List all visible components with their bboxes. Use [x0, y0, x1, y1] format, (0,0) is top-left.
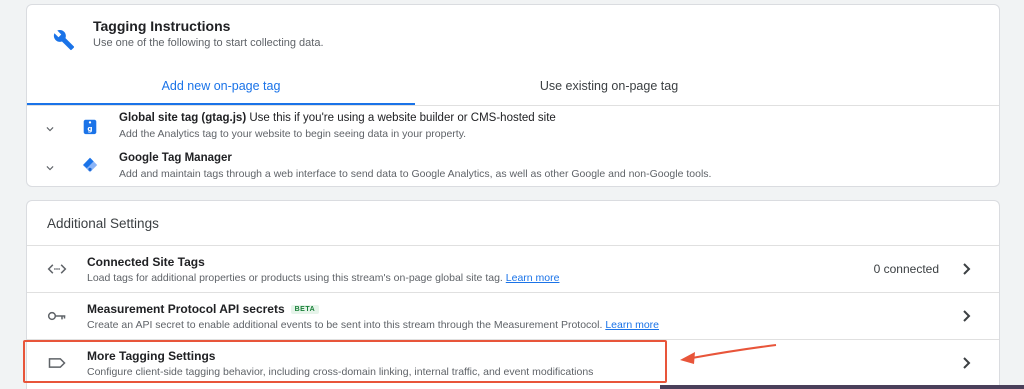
chevron-right-icon[interactable]: [961, 309, 973, 323]
label-icon: [48, 358, 66, 368]
connected-site-tags-row[interactable]: Connected Site Tags Load tags for additi…: [27, 245, 999, 292]
tab-divider: [27, 105, 999, 106]
connected-count: 0 connected: [873, 262, 939, 276]
row-description: Create an API secret to enable additiona…: [87, 319, 660, 331]
tab-add-new-tag[interactable]: Add new on-page tag: [27, 79, 415, 93]
tagging-instructions-card: Tagging Instructions Use one of the foll…: [26, 4, 1000, 187]
tagging-instructions-title: Tagging Instructions: [93, 18, 231, 34]
chevron-right-icon[interactable]: [961, 356, 973, 370]
measurement-protocol-row[interactable]: Measurement Protocol API secrets BETA Cre…: [27, 292, 999, 339]
row-title: Measurement Protocol API secrets BETA: [87, 302, 320, 316]
chevron-down-icon[interactable]: [43, 161, 57, 175]
gtag-icon: g: [83, 119, 97, 135]
option-description: Add and maintain tags through a web inte…: [119, 168, 712, 180]
annotation-arrow-icon: [680, 344, 777, 364]
row-title: More Tagging Settings: [87, 349, 216, 363]
row-description: Configure client-side tagging behavior, …: [87, 366, 594, 378]
chevron-right-icon[interactable]: [961, 262, 973, 276]
additional-settings-header: Additional Settings: [47, 216, 159, 231]
wrench-icon: [53, 30, 75, 51]
tag-manager-icon: [82, 157, 98, 173]
more-tagging-settings-row[interactable]: More Tagging Settings Configure client-s…: [27, 339, 999, 386]
code-icon: [47, 264, 67, 274]
key-icon: [47, 311, 66, 321]
svg-text:g: g: [87, 124, 92, 133]
background-strip: [660, 385, 1024, 389]
chevron-down-icon[interactable]: [43, 122, 57, 136]
learn-more-link[interactable]: Learn more: [506, 272, 560, 284]
learn-more-link[interactable]: Learn more: [605, 319, 659, 331]
option-description: Add the Analytics tag to your website to…: [119, 128, 467, 140]
beta-badge: BETA: [290, 305, 320, 314]
row-description: Load tags for additional properties or p…: [87, 272, 560, 284]
tagging-instructions-subtitle: Use one of the following to start collec…: [93, 37, 324, 49]
row-title: Connected Site Tags: [87, 255, 205, 269]
option-title: Google Tag Manager: [119, 152, 232, 164]
additional-settings-card: Additional Settings Connected Site Tags …: [26, 200, 1000, 389]
tab-use-existing-tag[interactable]: Use existing on-page tag: [415, 79, 803, 93]
option-title: Global site tag (gtag.js) Use this if yo…: [119, 112, 556, 124]
